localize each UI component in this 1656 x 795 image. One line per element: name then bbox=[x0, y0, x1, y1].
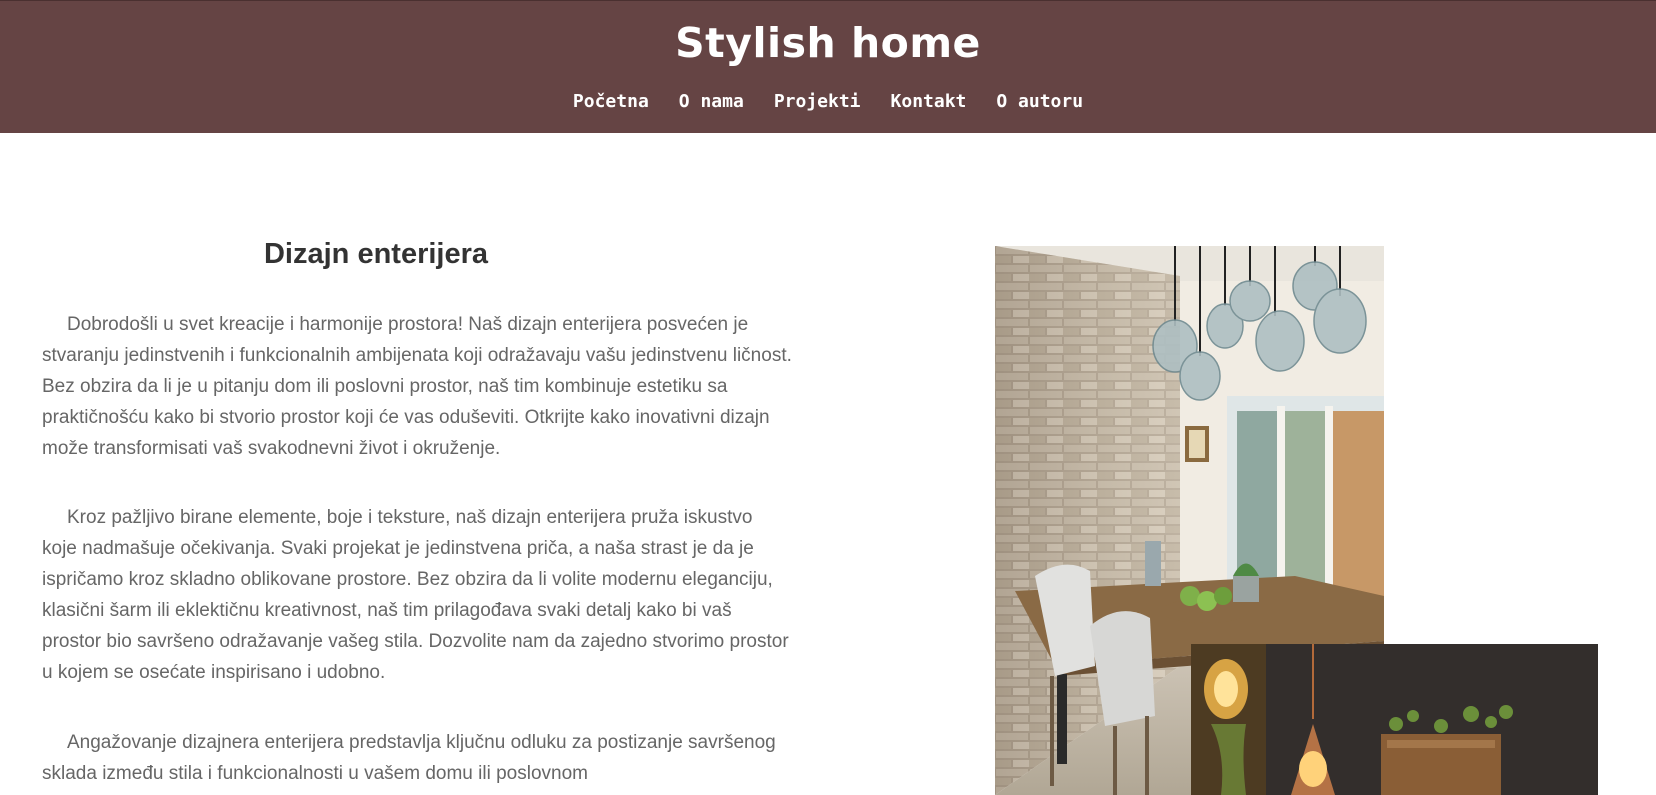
pendant-lamps-illustration bbox=[1191, 644, 1598, 795]
site-header: Stylish home Početna O nama Projekti Kon… bbox=[0, 0, 1656, 133]
nav-item-kontakt[interactable]: Kontakt bbox=[876, 87, 982, 117]
intro-paragraph: Dobrodošli u svet kreacije i harmonije p… bbox=[42, 314, 792, 459]
site-title: Stylish home bbox=[675, 19, 981, 67]
page-heading: Dizajn enterijera bbox=[263, 238, 489, 270]
nav-item-projekti[interactable]: Projekti bbox=[759, 87, 876, 117]
nav-item-o-nama[interactable]: O nama bbox=[664, 87, 759, 117]
main-nav: Početna O nama Projekti Kontakt O autoru bbox=[0, 87, 1656, 117]
pendant-lamps-photo bbox=[1191, 644, 1598, 795]
content-paragraph: Kroz pažljivo birane elemente, boje i te… bbox=[42, 507, 789, 683]
content-paragraph: Angažovanje dizajnera enterijera predsta… bbox=[42, 732, 776, 784]
nav-item-pocetna[interactable]: Početna bbox=[558, 87, 664, 117]
nav-item-o-autoru[interactable]: O autoru bbox=[981, 87, 1098, 117]
